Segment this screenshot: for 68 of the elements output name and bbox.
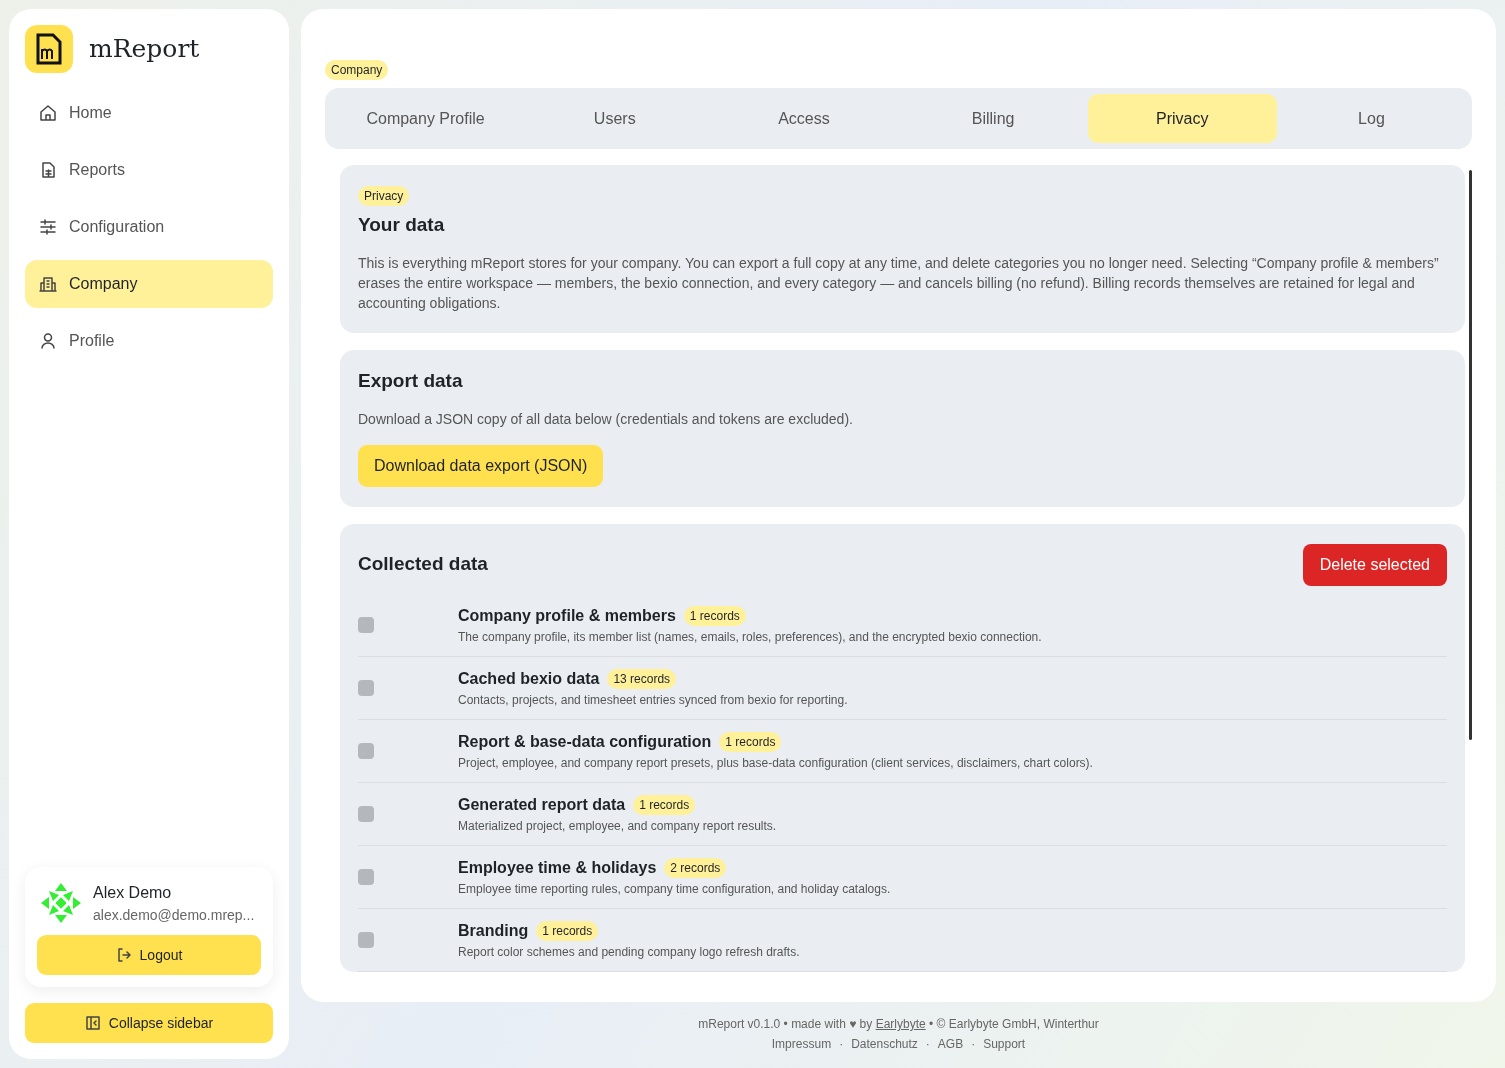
checkbox[interactable] — [358, 805, 374, 822]
tab[interactable]: Privacy — [1087, 94, 1277, 143]
record-count-tag: 2 records — [664, 857, 727, 878]
record-count-tag: 1 records — [719, 731, 782, 752]
separator: · — [925, 1036, 930, 1053]
category-name: Employee time & holidays — [458, 857, 657, 878]
intro-text: This is everything mReport stores for your company. You can export a full copy at any time, and delete categories you no longer need. Selecting “Company profile & members” erases the entire workspace — members, the bexio connection, and every category — and cancels billing (no refund). Billing records themselves are retained for legal and accounting obligations. — [358, 253, 1440, 313]
tab[interactable]: Users — [520, 94, 710, 143]
footer-link[interactable]: Impressum — [771, 1034, 832, 1054]
document-icon — [39, 161, 57, 179]
download-export-button[interactable]: Download data export (JSON) — [358, 444, 604, 487]
scrollbar[interactable] — [1469, 170, 1472, 740]
app-logo-icon — [25, 25, 73, 73]
separator: · — [971, 1036, 976, 1053]
category-description: The company profile, its member list (names, emails, roles, preferences), and the encrypted bexio connection. — [458, 628, 1042, 646]
category-name: Branding — [458, 920, 529, 941]
nav-item[interactable]: Profile — [25, 317, 273, 365]
record-count-tag: 1 records — [683, 605, 746, 626]
category-description: Contacts, projects, and timesheet entries synced from bexio for reporting. — [458, 691, 848, 709]
separator: · — [839, 1036, 844, 1053]
checkbox[interactable] — [358, 616, 374, 633]
building-icon — [39, 275, 57, 293]
tab[interactable]: Billing — [898, 94, 1088, 143]
logout-button[interactable]: Logout — [37, 935, 261, 975]
checkbox[interactable] — [358, 931, 374, 948]
nav-item[interactable]: Configuration — [25, 203, 273, 251]
app-name: mReport — [89, 33, 200, 66]
footer-link[interactable]: Support — [983, 1034, 1026, 1054]
checkbox[interactable] — [358, 679, 374, 696]
home-icon — [39, 104, 57, 122]
section-title: Your data — [358, 214, 446, 237]
category-name: Report & base-data configuration — [458, 731, 712, 752]
record-count-tag: 13 records — [607, 668, 677, 689]
category-name: Company profile & members — [458, 605, 676, 626]
breadcrumb-tag: Company — [325, 60, 389, 80]
author-link[interactable]: Earlybyte — [875, 1017, 926, 1031]
copyright-text: • © Earlybyte GmbH, Winterthur — [929, 1017, 1099, 1031]
section-tag: Privacy — [358, 186, 410, 206]
category-description: Employee time reporting rules, company time configuration, and holiday catalogs. — [458, 880, 891, 898]
person-icon — [39, 332, 57, 350]
footer-link[interactable]: AGB — [937, 1034, 964, 1054]
record-count-tag: 1 records — [633, 794, 696, 815]
category-description: Report color schemes and pending company logo refresh drafts. — [458, 943, 800, 961]
nav-item[interactable]: Home — [25, 89, 273, 137]
delete-selected-button[interactable]: Delete selected — [1302, 543, 1447, 586]
category-description: Materialized project, employee, and company report results. — [458, 817, 777, 835]
footer-link[interactable]: Datenschutz — [851, 1034, 918, 1054]
checkbox[interactable] — [358, 742, 374, 759]
user-email: alex.demo@demo.mrep... — [93, 905, 255, 925]
collapse-sidebar-button[interactable]: Collapse sidebar — [25, 1003, 273, 1043]
category-description: Project, employee, and company report presets, plus base-data configuration (client services, disclaimers, chart colors). — [458, 754, 1093, 772]
checkbox[interactable] — [358, 868, 374, 885]
section-title: Export data — [358, 369, 464, 393]
footer-text: mReport v0.1.0 • made with ♥ by — [698, 1017, 874, 1031]
record-count-tag: 1 records — [536, 920, 599, 941]
category-name: Generated report data — [458, 794, 626, 815]
category-name: Cached bexio data — [458, 668, 600, 689]
sliders-icon — [39, 218, 57, 236]
nav-item[interactable]: Reports — [25, 146, 273, 194]
tab[interactable]: Company Profile — [331, 94, 521, 143]
section-title: Collected data — [358, 553, 488, 576]
sidebar-collapse-icon — [84, 1015, 101, 1031]
tab[interactable]: Access — [709, 94, 899, 143]
export-text: Download a JSON copy of all data below (credentials and tokens are excluded). — [358, 409, 854, 429]
tab[interactable]: Log — [1276, 94, 1467, 143]
logout-icon — [115, 947, 132, 963]
user-name: Alex Demo — [93, 882, 173, 903]
nav-item[interactable]: Company — [25, 260, 273, 308]
